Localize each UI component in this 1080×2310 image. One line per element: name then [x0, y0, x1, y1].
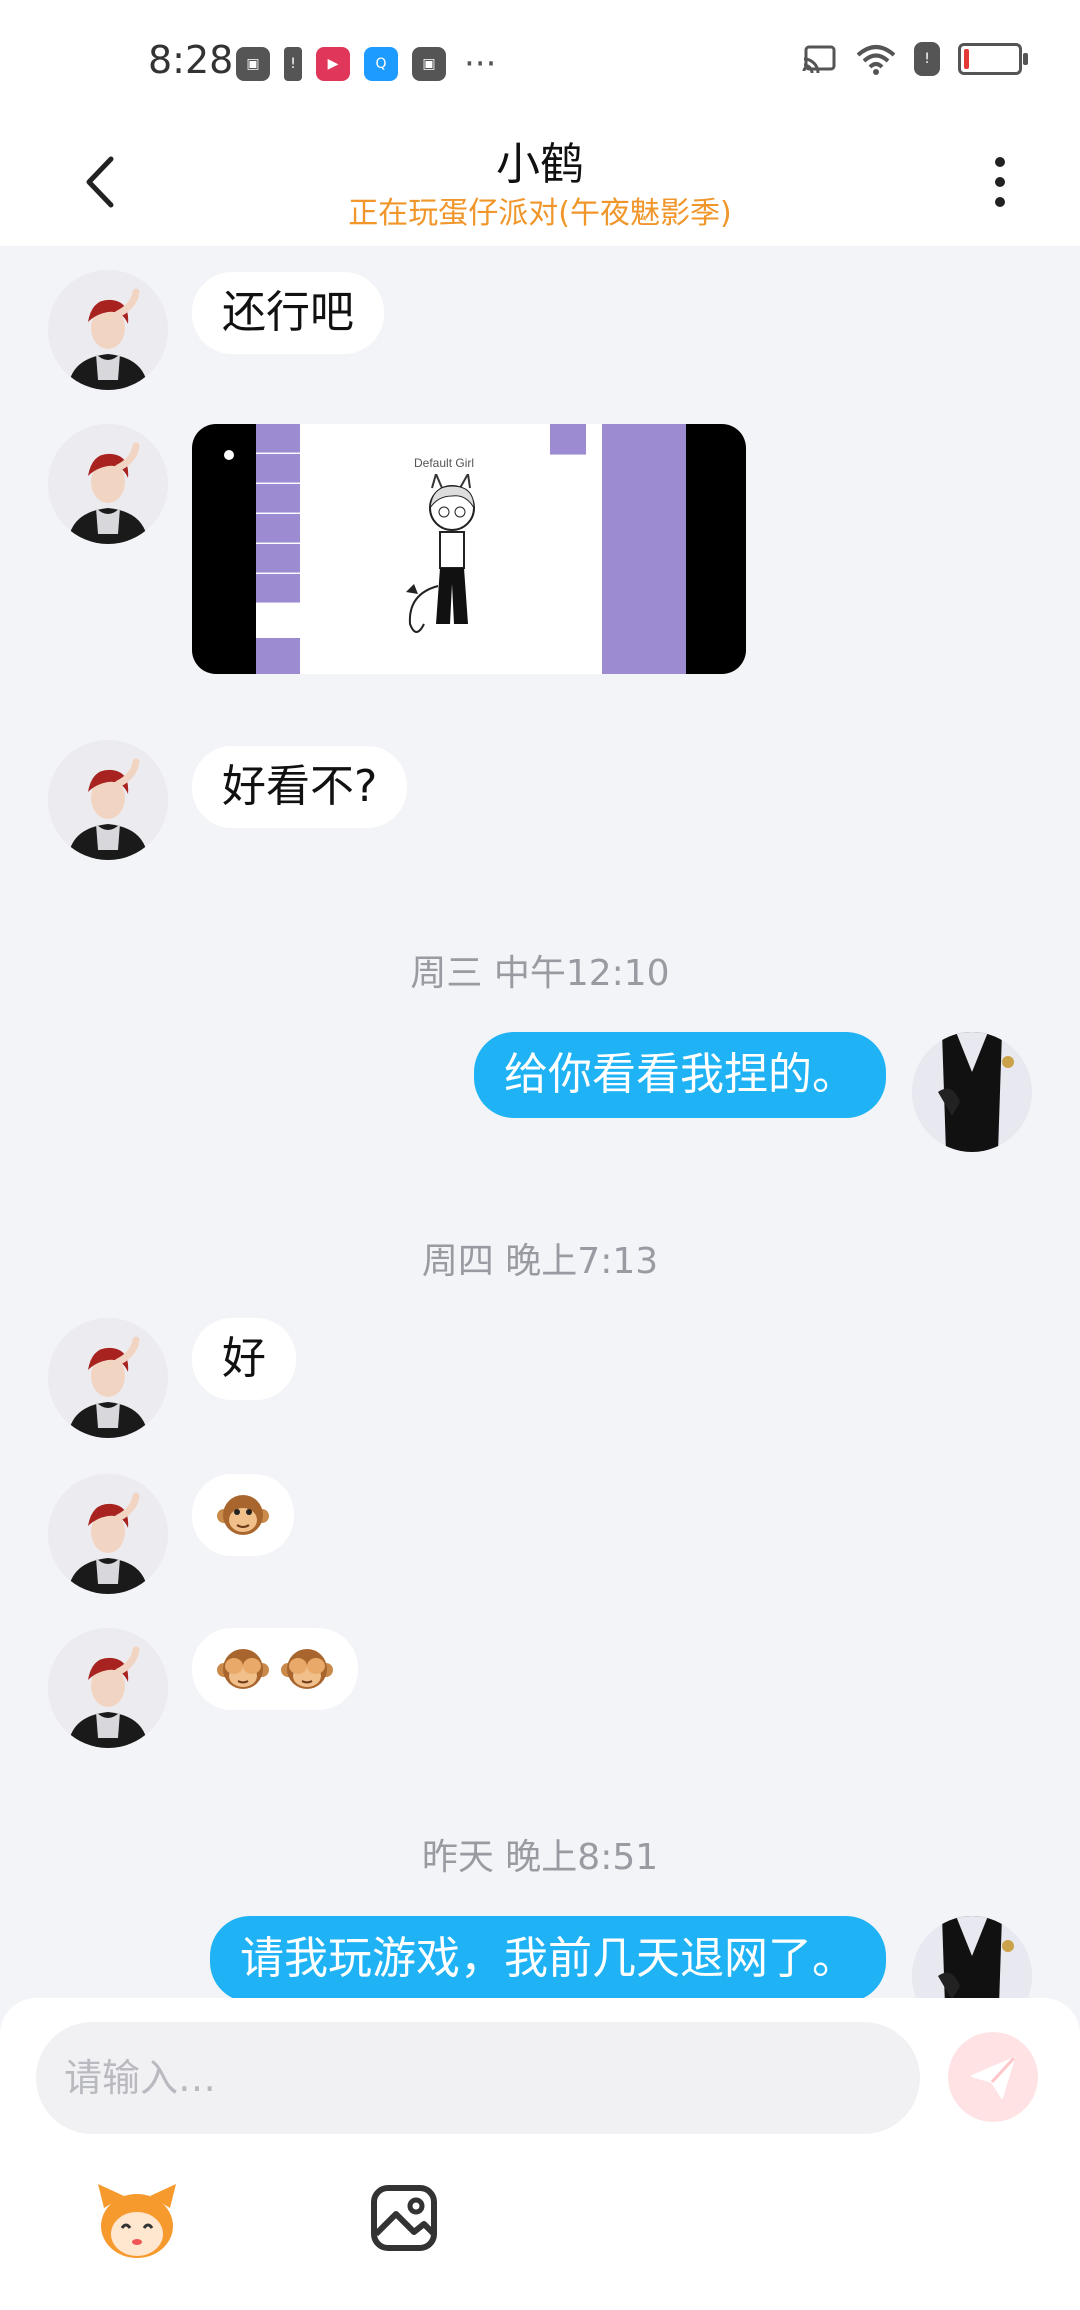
message-bubble-self[interactable]: 请我玩游戏，我前几天退网了。: [210, 1916, 886, 2002]
image-caption: Default Girl: [414, 456, 475, 470]
see-no-evil-monkey-icon: [217, 1649, 269, 1689]
mascot-button[interactable]: [94, 2178, 180, 2264]
contact-status: 正在玩蛋仔派对(午夜魅影季): [348, 196, 732, 231]
chat-header: 小鹤 正在玩蛋仔派对(午夜魅影季): [0, 118, 1080, 246]
search-app-icon: Q: [364, 47, 398, 81]
battery-icon: [958, 43, 1028, 75]
contact-name[interactable]: 小鹤: [0, 128, 1080, 192]
self-avatar[interactable]: [912, 1032, 1032, 1152]
image-picker-button[interactable]: [368, 2182, 440, 2254]
message-bubble[interactable]: 好看不?: [192, 746, 408, 828]
huawei-icon: ▣: [236, 47, 270, 81]
game-right-toolbar: [602, 424, 686, 674]
video-app-icon: ▶: [316, 47, 350, 81]
message-bubble[interactable]: 还行吧: [192, 272, 384, 354]
pet-icon: [256, 514, 300, 543]
timestamp: 周三 中午12:10: [410, 953, 670, 994]
input-panel: [0, 1998, 1080, 2310]
more-dot: [995, 157, 1005, 167]
friend-avatar[interactable]: [48, 1628, 168, 1748]
monkey-face-icon: [217, 1495, 269, 1535]
avatar-image: [48, 740, 168, 860]
keyboard-icon: [256, 574, 300, 603]
avatar-image: [48, 424, 168, 544]
friend-avatar[interactable]: [48, 424, 168, 544]
timestamp: 周四 晚上7:13: [421, 1241, 659, 1282]
image-icon: [371, 2185, 437, 2251]
system-icons: !: [802, 42, 1028, 76]
paper-plane-icon: [971, 2056, 1016, 2099]
status-bar: 8:28 ▣ ! ▶ Q ▣ ··· !: [0, 0, 1080, 118]
camera-dot: [224, 450, 234, 460]
mascot-icon: [98, 2184, 176, 2258]
more-dot: [995, 177, 1005, 187]
avatar-image: [912, 1032, 1032, 1152]
image-message[interactable]: Default Girl: [192, 424, 746, 674]
timestamp: 昨天 晚上8:51: [421, 1837, 659, 1878]
friend-avatar[interactable]: [48, 1474, 168, 1594]
send-button[interactable]: [948, 2032, 1038, 2122]
emoji-message[interactable]: [192, 1628, 358, 1710]
wifi-icon: [856, 45, 896, 75]
more-options-button[interactable]: [980, 142, 1020, 222]
friend-avatar[interactable]: [48, 270, 168, 390]
status-time: 8:28: [148, 38, 234, 82]
save-icon: [256, 454, 300, 483]
character-figure: [406, 474, 475, 633]
friend-avatar[interactable]: [48, 1318, 168, 1438]
close-x-icon: [550, 424, 586, 455]
see-no-evil-monkey-icon: [281, 1649, 333, 1689]
screen-icon: [256, 484, 300, 513]
eye-icon: [256, 638, 300, 674]
avatar-image: [48, 1474, 168, 1594]
cast-icon: [802, 45, 836, 74]
notification-icons: ▣ ! ▶ Q ▣ ···: [236, 44, 496, 84]
huawei-icon: ▣: [412, 47, 446, 81]
star-icon: [256, 544, 300, 573]
warning-icon: !: [284, 47, 302, 81]
message-bubble[interactable]: 好: [192, 1318, 296, 1400]
avatar-image: [48, 270, 168, 390]
avatar-image: [48, 1318, 168, 1438]
game-left-toolbar: [256, 424, 300, 674]
warning-icon: !: [914, 42, 940, 76]
avatar-image: [48, 1628, 168, 1748]
emoji-message[interactable]: [192, 1474, 294, 1556]
message-input[interactable]: [36, 2022, 920, 2134]
friend-avatar[interactable]: [48, 740, 168, 860]
home-icon: [256, 424, 300, 453]
message-bubble-self[interactable]: 给你看看我捏的。: [474, 1032, 886, 1118]
more-notifications-icon: ···: [464, 44, 497, 84]
more-dot: [995, 197, 1005, 207]
